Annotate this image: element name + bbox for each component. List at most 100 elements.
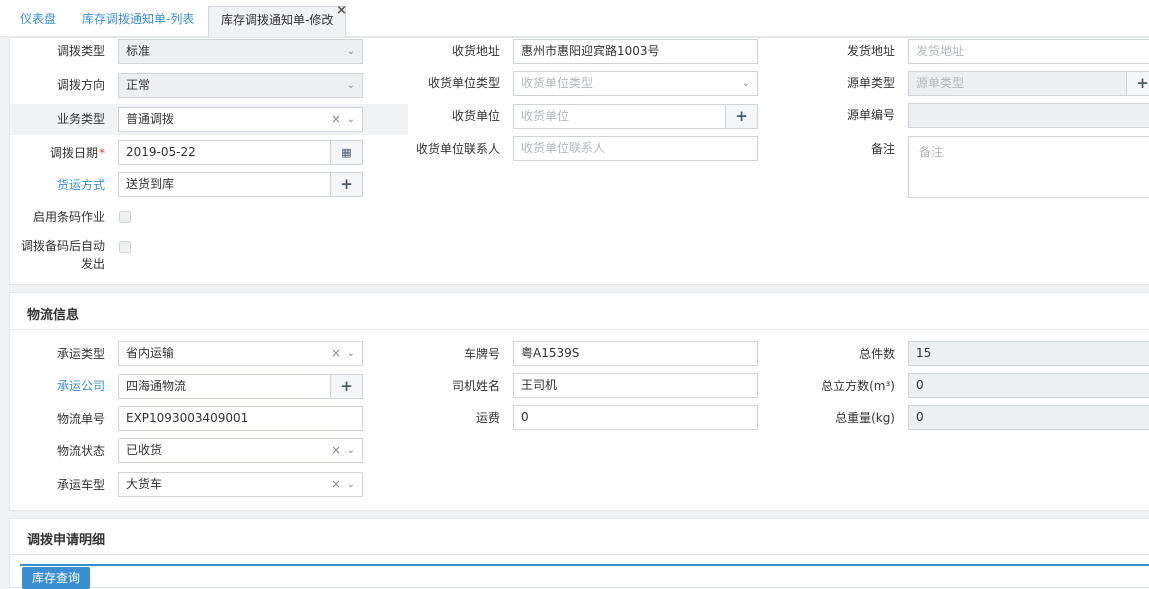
vehicle-type-select[interactable]: 大货车 × ⌄ bbox=[118, 472, 363, 497]
add-icon[interactable]: + bbox=[330, 375, 362, 398]
clear-icon[interactable]: × bbox=[331, 108, 341, 131]
ship-address-input[interactable]: 发货地址 bbox=[908, 39, 1149, 64]
input-placeholder: 发货地址 bbox=[916, 44, 965, 58]
label-total-weight: 总重量(kg) bbox=[835, 411, 895, 425]
label-transfer-date: 调拨日期* bbox=[10, 145, 105, 161]
input-value: 0 bbox=[916, 378, 924, 392]
input-value: EXP1093003409001 bbox=[126, 411, 249, 425]
remark-textarea[interactable]: 备注 ◢ bbox=[908, 136, 1149, 198]
label-carrier-type: 承运类型 bbox=[56, 347, 105, 361]
label-ship-address: 发货地址 bbox=[846, 44, 895, 58]
receiver-contact-input[interactable]: 收货单位联系人 bbox=[513, 136, 758, 161]
input-value: 15 bbox=[916, 346, 932, 360]
chevron-down-icon: ⌄ bbox=[346, 479, 355, 490]
label-line: 发出 bbox=[80, 257, 105, 271]
logistics-panel: 物流信息 承运类型 省内运输 × ⌄ 承运公司 四海通物流 + 物流单号 EXP… bbox=[9, 292, 1149, 511]
business-type-select[interactable]: 普通调拨 × ⌄ bbox=[118, 107, 363, 132]
source-type-input[interactable]: 源单类型 + bbox=[908, 71, 1149, 96]
total-weight-input: 0 bbox=[908, 405, 1149, 430]
input-value: 送货到库 bbox=[126, 177, 175, 191]
input-value: 四海通物流 bbox=[126, 379, 187, 393]
total-volume-input: 0 bbox=[908, 373, 1149, 398]
logistics-status-select[interactable]: 已收货 × ⌄ bbox=[118, 438, 363, 463]
label-receiver-contact: 收货单位联系人 bbox=[415, 142, 500, 156]
label-total-pieces: 总件数 bbox=[858, 347, 895, 361]
input-placeholder: 源单类型 bbox=[916, 76, 965, 90]
input-value: 粤A1539S bbox=[521, 346, 580, 360]
select-value: 普通调拨 bbox=[126, 112, 175, 126]
tab-transfer-list[interactable]: 库存调拨通知单-列表 bbox=[82, 6, 194, 37]
select-value: 省内运输 bbox=[126, 346, 175, 360]
input-value: 0 bbox=[916, 410, 924, 424]
tracking-number-input[interactable]: EXP1093003409001 bbox=[118, 406, 363, 431]
receiver-unit-type-select[interactable]: 收货单位类型 ⌄ bbox=[513, 71, 758, 96]
label-plate-number: 车牌号 bbox=[463, 347, 500, 361]
chevron-down-icon: ⌄ bbox=[346, 348, 355, 359]
calendar-icon[interactable]: ▦ bbox=[330, 141, 362, 164]
clear-icon[interactable]: × bbox=[331, 342, 341, 365]
input-value: 0 bbox=[521, 410, 529, 424]
tab-transfer-edit[interactable]: 库存调拨通知单-修改 × bbox=[208, 4, 347, 37]
label-text: 调拨日期 bbox=[49, 146, 98, 160]
label-receive-address: 收货地址 bbox=[451, 44, 500, 58]
tab-label: 库存调拨通知单-修改 bbox=[221, 13, 334, 27]
label-enable-barcode: 启用条码作业 bbox=[32, 210, 105, 224]
transfer-date-input[interactable]: 2019-05-22 ▦ bbox=[118, 140, 363, 165]
add-icon[interactable]: + bbox=[330, 173, 362, 196]
chevron-down-icon: ⌄ bbox=[346, 80, 355, 91]
tab-underline bbox=[20, 564, 1149, 566]
section-title: 调拨申请明细 bbox=[27, 533, 106, 548]
tab-dashboard[interactable]: 仪表盘 bbox=[20, 6, 56, 37]
select-value: 大货车 bbox=[126, 477, 163, 491]
plate-number-input[interactable]: 粤A1539S bbox=[513, 341, 758, 366]
label-transfer-type: 调拨类型 bbox=[56, 44, 105, 58]
driver-name-input[interactable]: 王司机 bbox=[513, 373, 758, 398]
receive-address-input[interactable]: 惠州市惠阳迎宾路1003号 bbox=[513, 39, 758, 64]
label-driver-name: 司机姓名 bbox=[451, 379, 500, 393]
freight-input[interactable]: 0 bbox=[513, 405, 758, 430]
chevron-down-icon: ⌄ bbox=[346, 46, 355, 57]
label-auto-ship: 调拨备码后自动 发出 bbox=[10, 238, 105, 272]
input-value: 王司机 bbox=[521, 378, 558, 392]
total-pieces-input: 15 bbox=[908, 341, 1149, 366]
enable-barcode-checkbox[interactable] bbox=[119, 211, 131, 223]
label-freight: 运费 bbox=[475, 411, 500, 425]
input-placeholder: 收货单位联系人 bbox=[521, 141, 606, 155]
label-carrier-company[interactable]: 承运公司 bbox=[10, 378, 105, 394]
auto-ship-checkbox[interactable] bbox=[119, 241, 131, 253]
clear-icon[interactable]: × bbox=[331, 473, 341, 496]
select-value: 标准 bbox=[126, 44, 151, 58]
textarea-placeholder: 备注 bbox=[919, 145, 944, 159]
divider bbox=[10, 554, 1149, 555]
required-mark: * bbox=[99, 146, 105, 160]
label-receiver-unit-type: 收货单位类型 bbox=[427, 76, 500, 90]
label-shipping-method[interactable]: 货运方式 bbox=[10, 177, 105, 193]
label-source-number: 源单编号 bbox=[846, 108, 895, 122]
tab-bar: 仪表盘 库存调拨通知单-列表 库存调拨通知单-修改 × bbox=[0, 0, 1149, 37]
label-transfer-direction: 调拨方向 bbox=[56, 78, 105, 92]
chevron-down-icon: ⌄ bbox=[741, 78, 750, 89]
divider bbox=[10, 329, 1149, 330]
label-tracking-number: 物流单号 bbox=[56, 412, 105, 426]
stock-query-button[interactable]: 库存查询 bbox=[22, 567, 91, 589]
label-source-type: 源单类型 bbox=[846, 76, 895, 90]
clear-icon[interactable]: × bbox=[331, 439, 341, 462]
receiver-unit-input[interactable]: 收货单位 + bbox=[513, 104, 758, 129]
select-value: 已收货 bbox=[126, 443, 163, 457]
chevron-down-icon: ⌄ bbox=[346, 114, 355, 125]
transfer-direction-select[interactable]: 正常 ⌄ bbox=[118, 73, 363, 98]
add-icon[interactable]: + bbox=[725, 105, 757, 128]
label-business-type: 业务类型 bbox=[56, 112, 105, 126]
input-value: 2019-05-22 bbox=[126, 145, 196, 159]
label-receiver-unit: 收货单位 bbox=[451, 109, 500, 123]
transfer-type-select[interactable]: 标准 ⌄ bbox=[118, 39, 363, 64]
carrier-type-select[interactable]: 省内运输 × ⌄ bbox=[118, 341, 363, 366]
label-logistics-status: 物流状态 bbox=[56, 444, 105, 458]
input-value: 惠州市惠阳迎宾路1003号 bbox=[521, 44, 660, 58]
transfer-detail-panel: 调拨申请明细 库存查询 bbox=[9, 518, 1149, 589]
shipping-method-input[interactable]: 送货到库 + bbox=[118, 172, 363, 197]
close-icon[interactable]: × bbox=[336, 4, 347, 17]
add-icon[interactable]: + bbox=[1126, 72, 1149, 95]
carrier-company-input[interactable]: 四海通物流 + bbox=[118, 374, 363, 399]
chevron-down-icon: ⌄ bbox=[346, 445, 355, 456]
